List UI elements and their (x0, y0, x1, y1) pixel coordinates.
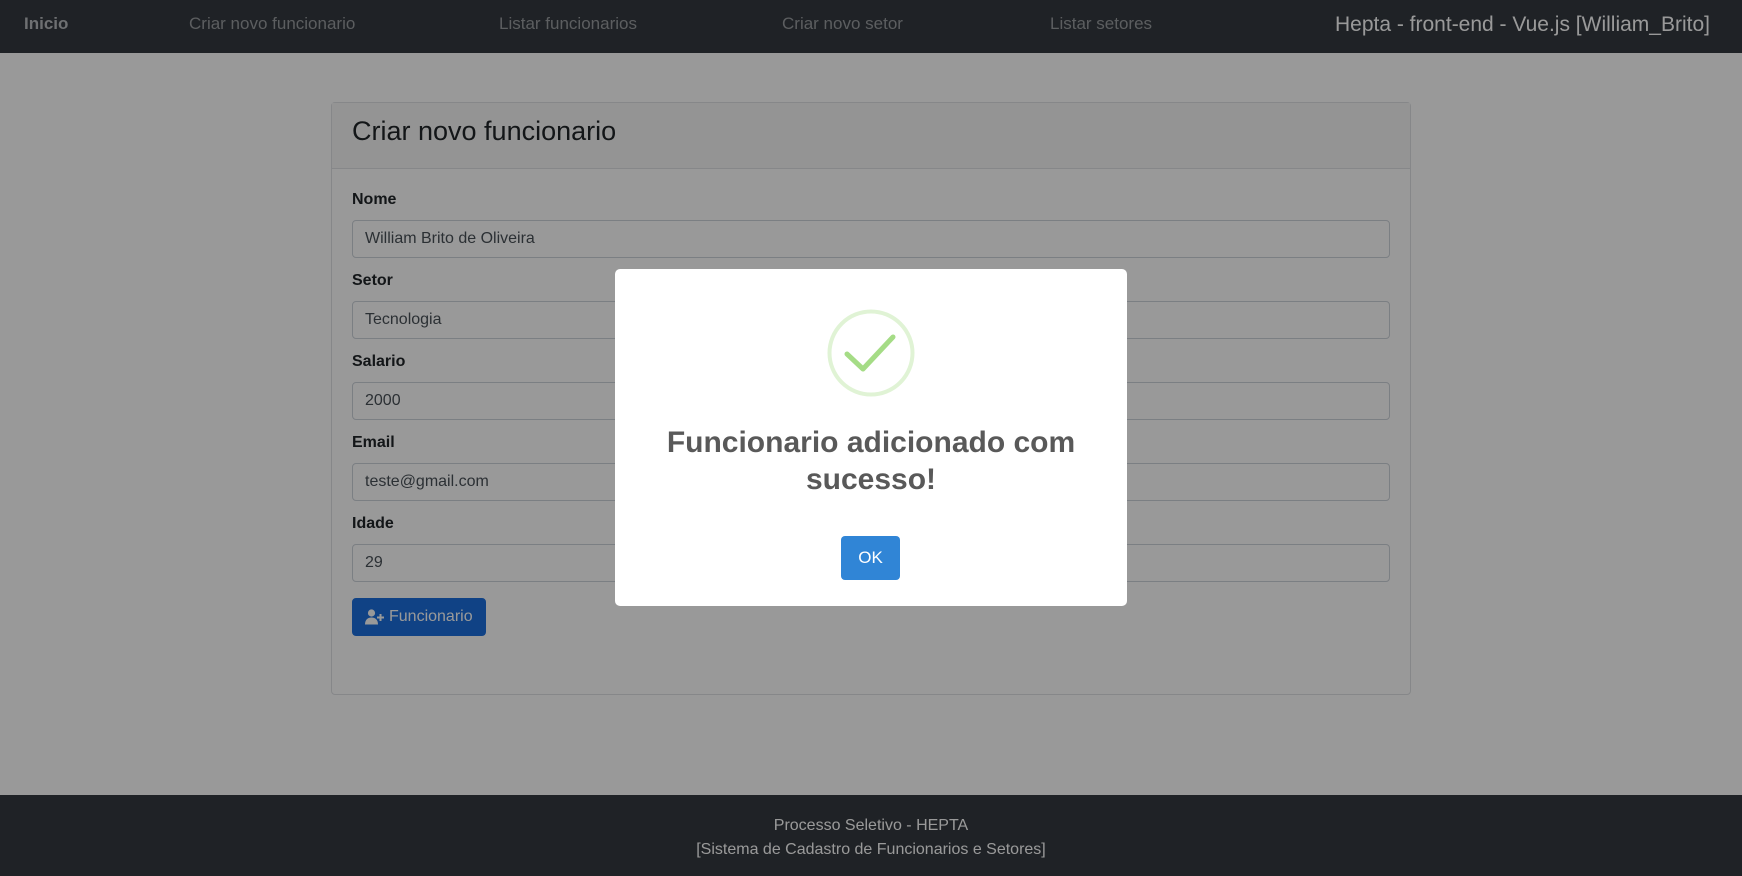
success-check-icon (827, 309, 915, 397)
success-modal: Funcionario adicionado com sucesso! OK (615, 269, 1127, 606)
ok-button[interactable]: OK (841, 536, 900, 580)
modal-title: Funcionario adicionado com sucesso! (666, 426, 1076, 496)
